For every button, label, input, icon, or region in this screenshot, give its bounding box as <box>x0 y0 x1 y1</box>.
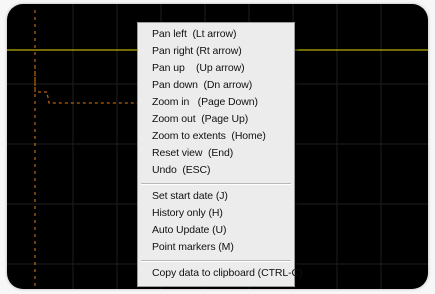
menu-item[interactable]: Copy data to clipboard (CTRL-C) <box>138 265 302 282</box>
menu-item[interactable]: Point markers (M) <box>138 239 294 256</box>
menu-item[interactable]: Pan left (Lt arrow) <box>138 26 294 43</box>
menu-item[interactable]: Set start date (J) <box>138 188 294 205</box>
menu-item[interactable]: Pan up (Up arrow) <box>138 60 294 77</box>
menu-separator <box>141 260 291 262</box>
menu-item[interactable]: Reset view (End) <box>138 145 294 162</box>
orange-series-line <box>34 59 137 104</box>
context-menu: Pan left (Lt arrow) Pan right (Rt arrow) P… <box>137 22 302 287</box>
menu-item[interactable]: Zoom out (Page Up) <box>138 111 294 128</box>
menu-item[interactable]: Zoom to extents (Home) <box>138 128 294 145</box>
chart-window: Pan left (Lt arrow) Pan right (Rt arrow) P… <box>7 4 428 289</box>
menu-item[interactable]: Auto Update (U) <box>138 222 294 239</box>
menu-separator <box>141 183 291 185</box>
menu-item[interactable]: Pan down (Dn arrow) <box>138 77 294 94</box>
menu-item[interactable]: Zoom in (Page Down) <box>138 94 294 111</box>
menu-item[interactable]: Undo (ESC) <box>138 162 294 179</box>
menu-item[interactable]: History only (H) <box>138 205 294 222</box>
menu-item[interactable]: Pan right (Rt arrow) <box>138 43 294 60</box>
